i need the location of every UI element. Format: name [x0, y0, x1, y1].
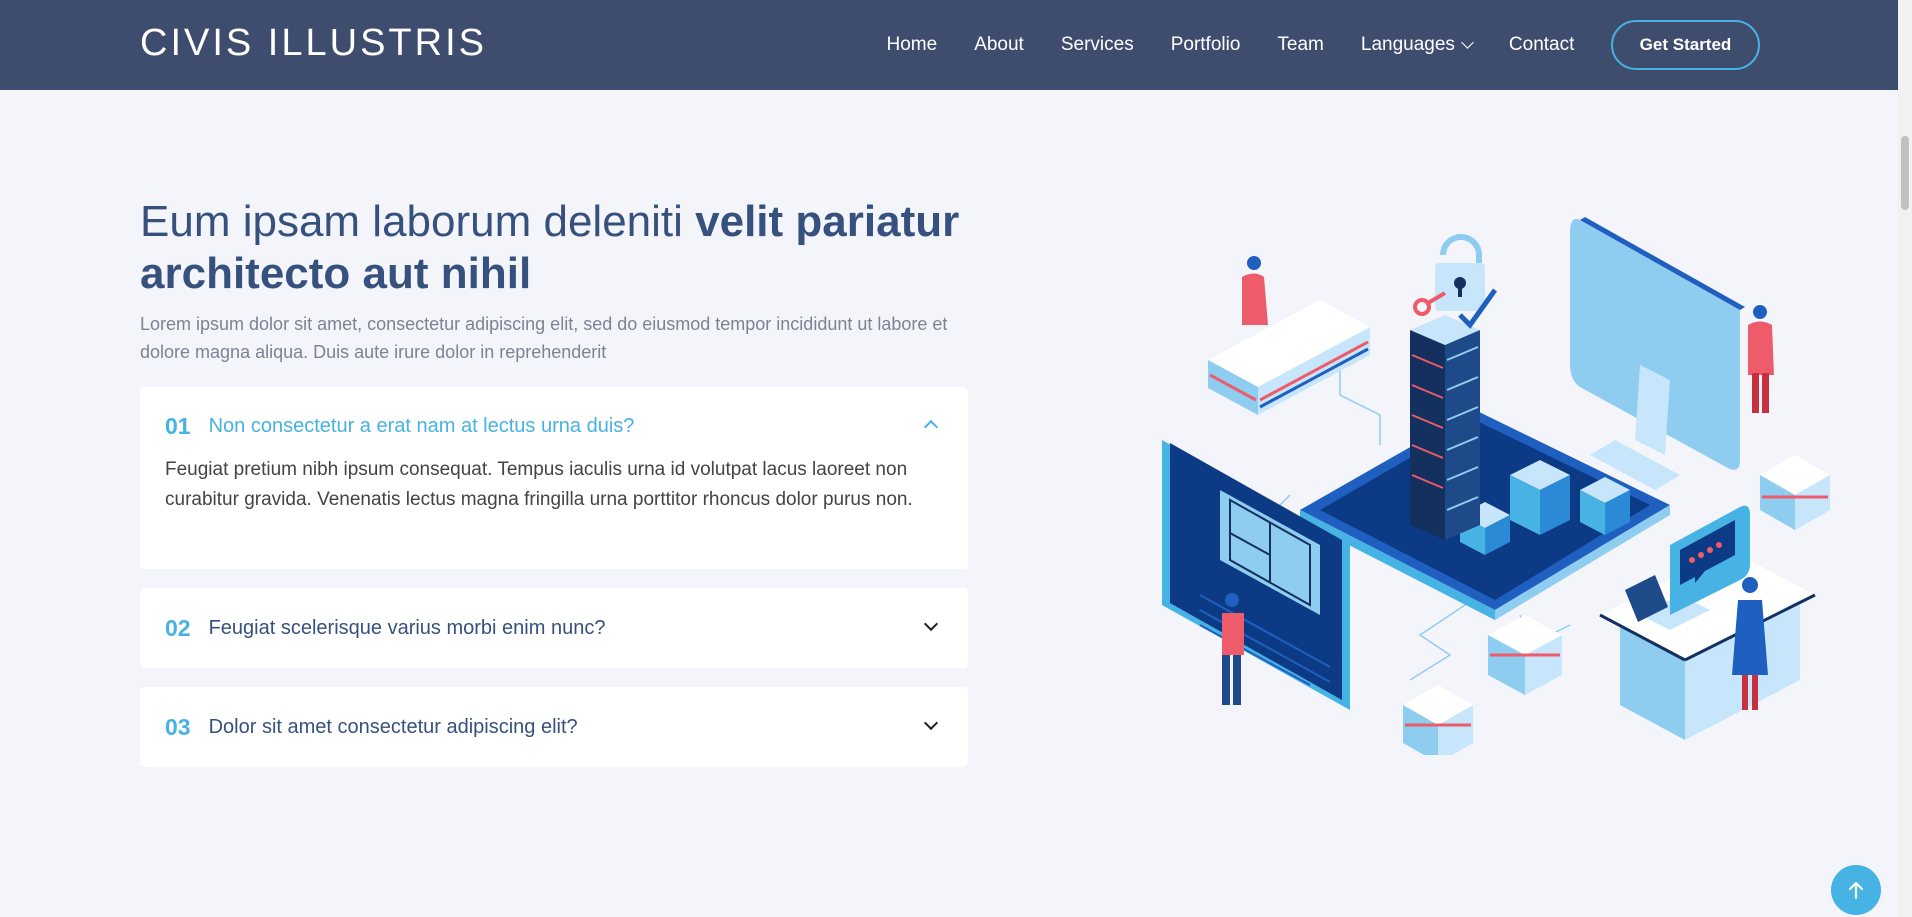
faq-answer-1: Feugiat pretium nibh ipsum consequat. Te… — [165, 459, 913, 510]
faq-question-1[interactable]: 01 Non consectetur a erat nam at lectus … — [165, 387, 634, 465]
section-title: Eum ipsam laborum deleniti velit pariatu… — [140, 196, 970, 300]
faq-question-3[interactable]: 03 Dolor sit amet consectetur adipiscing… — [165, 687, 578, 767]
monitor — [1570, 217, 1745, 490]
faq-item-2[interactable]: 02 Feugiat scelerisque varius morbi enim… — [140, 588, 968, 668]
faq-item-3[interactable]: 03 Dolor sit amet consectetur adipiscing… — [140, 687, 968, 767]
site-logo[interactable]: CIVIS ILLUSTRIS — [140, 22, 487, 65]
nav-about[interactable]: About — [974, 34, 1024, 56]
nav-home[interactable]: Home — [887, 34, 938, 56]
faq-number: 03 — [165, 713, 191, 740]
chevron-down-icon[interactable] — [923, 616, 939, 632]
skyscraper — [1410, 315, 1480, 540]
get-started-button[interactable]: Get Started — [1611, 20, 1760, 70]
site-header: CIVIS ILLUSTRIS Home About Services Port… — [0, 0, 1898, 90]
faq-question-text: Dolor sit amet consectetur adipiscing el… — [208, 715, 578, 738]
faq-number: 01 — [165, 412, 191, 439]
nav-team[interactable]: Team — [1277, 34, 1323, 56]
back-to-top-button[interactable] — [1831, 865, 1881, 915]
chevron-down-icon[interactable] — [923, 715, 939, 731]
blueprint-monitor — [1162, 440, 1350, 710]
chevron-up-icon[interactable] — [923, 419, 939, 435]
faq-question-2[interactable]: 02 Feugiat scelerisque varius morbi enim… — [165, 588, 605, 668]
faq-question-text: Non consectetur a erat nam at lectus urn… — [208, 414, 635, 437]
faq-item-1[interactable]: 01 Non consectetur a erat nam at lectus … — [140, 387, 968, 569]
nav-portfolio[interactable]: Portfolio — [1171, 34, 1241, 56]
nav-services[interactable]: Services — [1061, 34, 1134, 56]
isometric-city-illustration — [1162, 217, 1830, 755]
faq-question-text: Feugiat scelerisque varius morbi enim nu… — [208, 616, 606, 639]
main-nav: Home About Services Portfolio Team Langu… — [868, 0, 1593, 90]
arrow-up-icon — [1848, 881, 1864, 900]
lock-icon — [1413, 234, 1498, 329]
title-regular: Eum ipsam laborum deleniti — [140, 197, 696, 246]
page-scrollbar[interactable] — [1898, 0, 1912, 917]
section-lead: Lorem ipsum dolor sit amet, consectetur … — [140, 314, 948, 362]
scrollbar-thumb[interactable] — [1901, 136, 1909, 210]
nav-contact[interactable]: Contact — [1509, 34, 1574, 56]
faq-number: 02 — [165, 614, 191, 641]
nav-languages-dropdown[interactable]: Languages — [1361, 34, 1472, 56]
